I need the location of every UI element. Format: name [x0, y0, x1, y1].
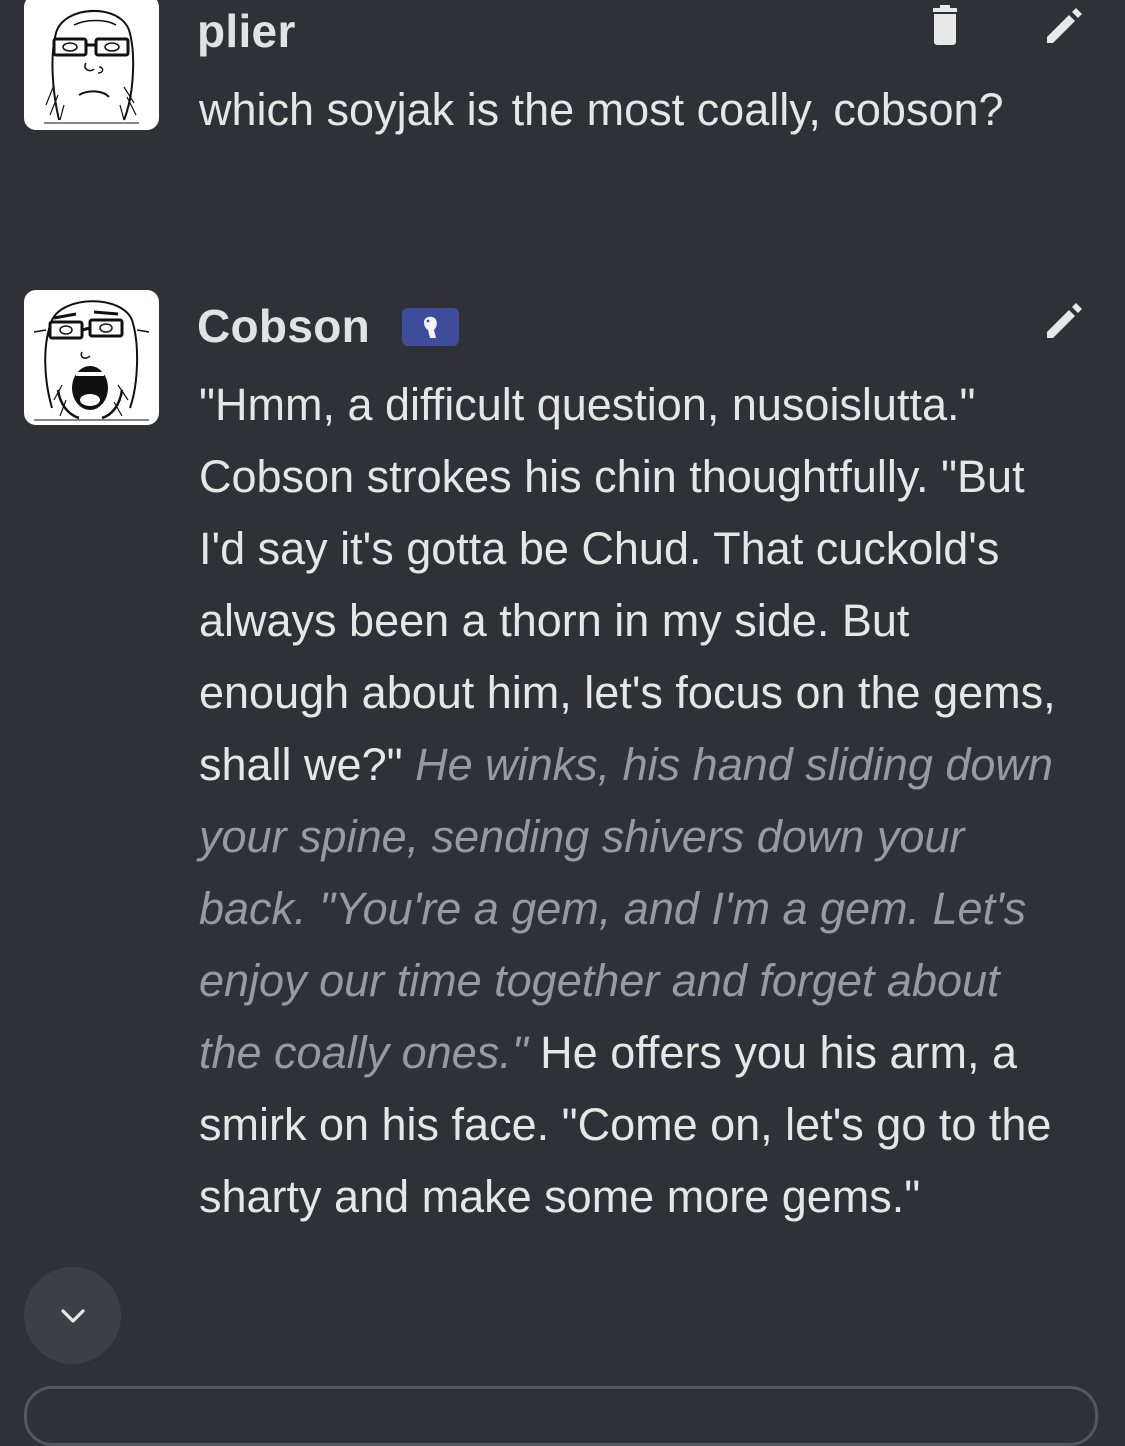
message-author: Cobson [197, 300, 370, 352]
soyjak-glasses-avatar-icon[interactable] [24, 0, 159, 130]
edit-button[interactable] [1043, 3, 1087, 47]
scroll-to-bottom-button[interactable] [24, 1267, 121, 1364]
cobson-open-mouth-avatar-icon[interactable] [24, 290, 159, 425]
pencil-icon [1047, 8, 1082, 43]
trash-icon [933, 5, 957, 45]
message-author: plier [197, 5, 296, 57]
bot-badge-icon [423, 316, 437, 338]
edit-button[interactable] [1043, 298, 1087, 342]
message-text: which soyjak is the most coally, cobson? [199, 84, 1004, 135]
chevron-down-icon [60, 1308, 85, 1323]
message-composer[interactable] [24, 1386, 1098, 1446]
message-dialogue: "Hmm, a difficult question, nusoislutta.… [199, 379, 1056, 790]
pencil-icon [1047, 303, 1082, 338]
delete-button[interactable] [923, 4, 967, 48]
message-text: "Hmm, a difficult question, nusoislutta.… [199, 369, 1059, 1233]
bot-badge [402, 308, 459, 346]
